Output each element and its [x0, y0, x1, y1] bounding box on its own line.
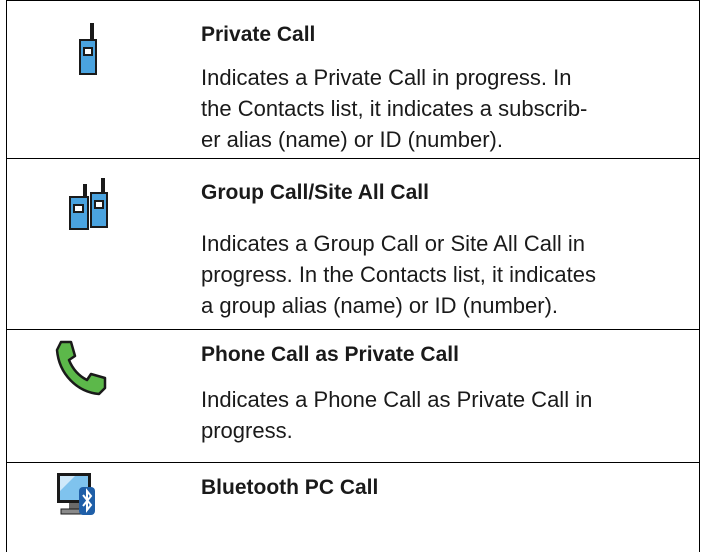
- row-title: Phone Call as Private Call: [201, 343, 459, 366]
- row-description: Indicates a Private Call in progress. In…: [201, 65, 588, 152]
- private-call-radio-icon: [79, 23, 97, 75]
- table-row-private-call: Private Call Indicates a Private Call in…: [7, 0, 699, 159]
- row-title: Private Call: [201, 23, 316, 46]
- icon-table: Private Call Indicates a Private Call in…: [6, 0, 700, 552]
- phone-handset-icon: [55, 340, 107, 396]
- table-row-group-call: Group Call/Site All Call Indicates a Gro…: [7, 158, 699, 330]
- row-description: Indicates a Group Call or Site All Call …: [201, 231, 596, 318]
- row-title: Bluetooth PC Call: [201, 476, 379, 499]
- table-row-phone-call: Phone Call as Private Call Indicates a P…: [7, 330, 699, 463]
- group-call-radios-icon: [69, 178, 108, 230]
- row-title: Group Call/Site All Call: [201, 181, 429, 204]
- bluetooth-pc-icon: [57, 473, 95, 515]
- row-description: Indicates a Phone Call as Private Call i…: [201, 387, 593, 443]
- table-row-bluetooth-pc-call: Bluetooth PC Call: [7, 463, 699, 552]
